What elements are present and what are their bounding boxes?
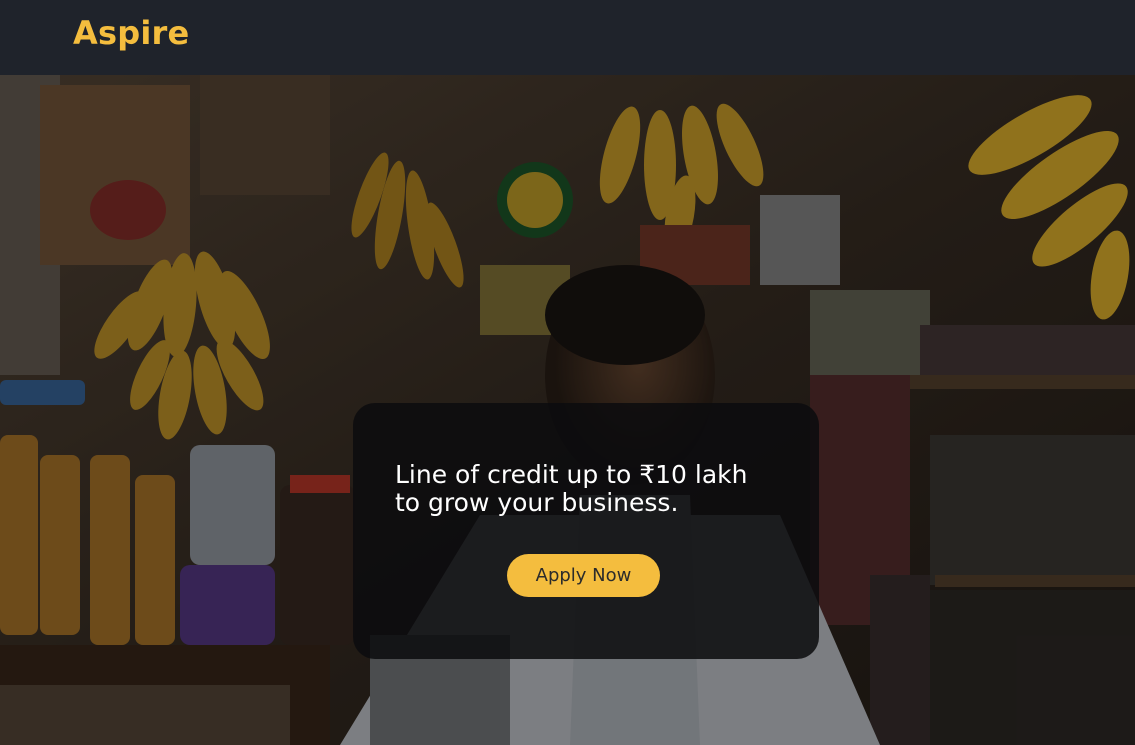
hero-section: Line of credit up to ₹10 lakh to grow yo… [0, 75, 1135, 745]
promo-headline-line1: Line of credit up to ₹10 lakh [395, 460, 748, 489]
brand-logo[interactable]: Aspire [73, 14, 189, 52]
promo-headline: Line of credit up to ₹10 lakh to grow yo… [395, 461, 805, 517]
promo-headline-line2: to grow your business. [395, 488, 679, 517]
apply-now-button[interactable]: Apply Now [507, 554, 660, 597]
promo-card: Line of credit up to ₹10 lakh to grow yo… [353, 403, 819, 659]
top-navbar: Aspire [0, 0, 1135, 75]
